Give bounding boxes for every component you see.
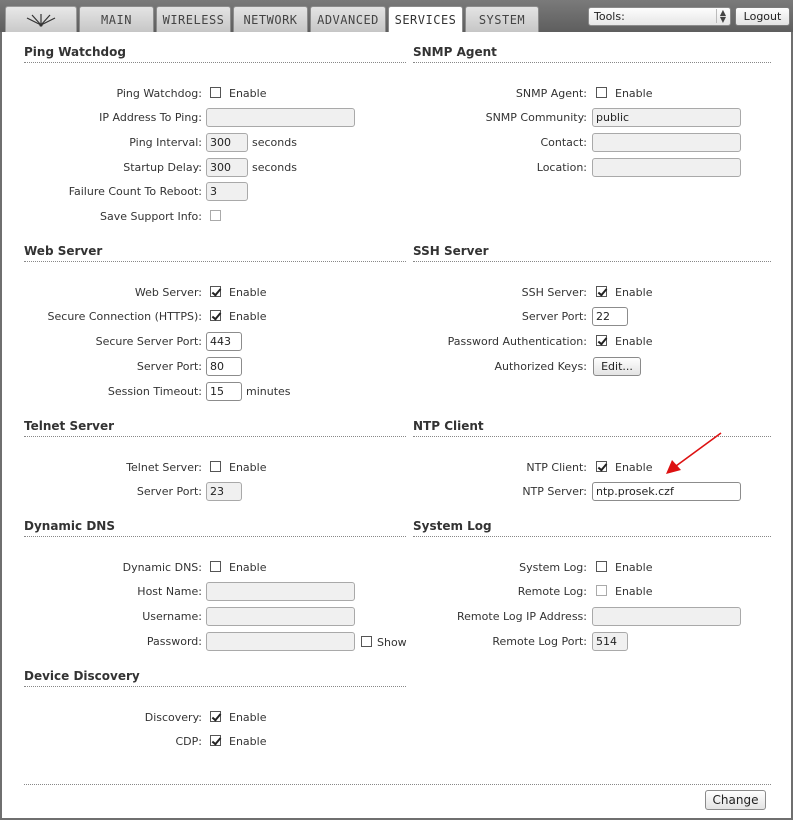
tools-select-value: Tools: <box>594 10 625 23</box>
tools-select[interactable]: Tools: ▲ ▼ <box>588 7 731 26</box>
tab-network[interactable]: NETWORK <box>233 6 308 32</box>
tab-system[interactable]: SYSTEM <box>465 6 539 32</box>
ubiquiti-logo-icon <box>26 13 56 27</box>
services-panel: Ping Watchdog Ping Watchdog: Enable IP A… <box>2 32 791 818</box>
tab-wireless[interactable]: WIRELESS <box>156 6 231 32</box>
tab-advanced[interactable]: ADVANCED <box>310 6 386 32</box>
annotation-arrow-icon <box>666 432 722 474</box>
top-navigation-bar: MAIN WIRELESS NETWORK ADVANCED SERVICES … <box>0 0 793 33</box>
tab-services[interactable]: SERVICES <box>388 6 463 33</box>
select-arrows-icon: ▲ ▼ <box>715 9 726 24</box>
tab-main[interactable]: MAIN <box>79 6 154 32</box>
logout-button[interactable]: Logout <box>735 7 790 26</box>
logo-tab[interactable] <box>5 6 77 32</box>
